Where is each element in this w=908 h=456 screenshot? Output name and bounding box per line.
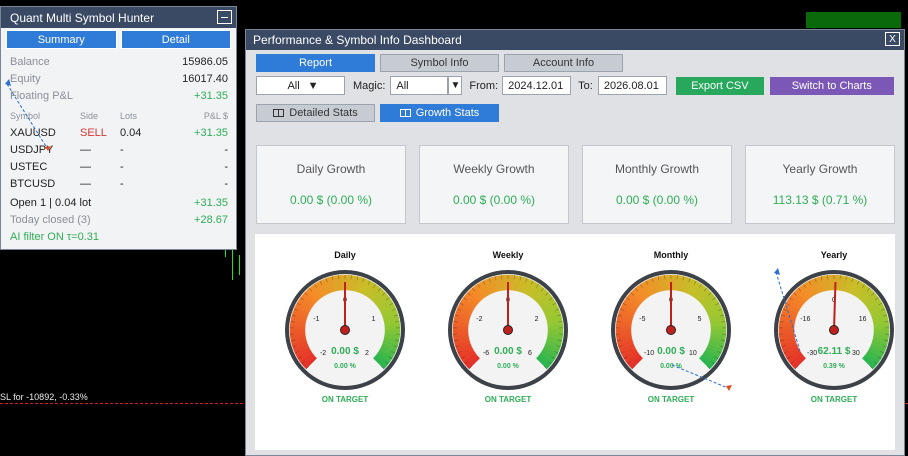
close-icon[interactable]: X (885, 32, 900, 46)
card-value: 0.00 $ (0.00 %) (615, 193, 699, 207)
tab-detailed-stats[interactable]: Detailed Stats (256, 104, 375, 122)
switch-to-charts-button[interactable]: Switch to Charts (769, 76, 894, 95)
export-csv-button[interactable]: Export CSV (675, 76, 764, 95)
gauge-hub (666, 325, 676, 335)
daily-gauge: Daily-2-10120.00 $0.00 %ON TARGET (265, 234, 425, 417)
gauge-tick-label: -2 (476, 316, 482, 323)
gauge-svg: Weekly-6-20260.00 $0.00 %ON TARGET (448, 250, 568, 404)
to-label: To: (578, 79, 593, 92)
gauge-tick-label: -10 (644, 350, 654, 357)
gauge-title: Yearly (821, 250, 848, 260)
gauge-tick-label: 5 (698, 316, 702, 323)
gauge-svg: Daily-2-10120.00 $0.00 %ON TARGET (285, 250, 405, 404)
gauge-title: Weekly (493, 250, 524, 260)
tab-detailed-stats-label: Detailed Stats (289, 107, 358, 119)
weekly-growth-card: Weekly Growth 0.00 $ (0.00 %) (419, 145, 569, 224)
gauge-tick-label: 6 (528, 350, 532, 357)
entry-arrow-icon (5, 79, 11, 86)
gauge-value: 0.00 $ (331, 346, 359, 357)
magic-label: Magic: (353, 79, 386, 92)
tab-account-info[interactable]: Account Info (504, 54, 623, 72)
gauges-panel: Daily -2 -10 1 2 0.00 $ 0.00 % ON TARGET Weekly… (255, 234, 895, 450)
yearly-gauge: Yearly-30-160163062.11 $0.39 %ON TARGET (754, 234, 908, 417)
gauge-hub (503, 325, 513, 335)
magic-dropdown-icon[interactable]: ▼ (448, 76, 463, 95)
from-label: From: (469, 79, 499, 92)
weekly-gauge: Weekly-6-20260.00 $0.00 %ON TARGET (428, 234, 588, 417)
to-date-input[interactable]: 2026.08.01 (597, 76, 667, 95)
symbol-filter-select[interactable]: All ▼ (256, 76, 345, 95)
tab-report[interactable]: Report (256, 54, 375, 72)
gauge-title: Monthly (654, 250, 689, 260)
gauge-tick-label: -30 (807, 350, 817, 357)
from-date-value: 2024.12.01 (508, 79, 564, 92)
card-value: 0.00 $ (0.00 %) (289, 193, 373, 207)
dashboard-title-bar: Performance & Symbol Info Dashboard X (246, 30, 904, 50)
gauge-hub (340, 325, 350, 335)
gauge-tick-label: 1 (372, 316, 376, 323)
tab-symbol-info[interactable]: Symbol Info (380, 54, 499, 72)
magic-select[interactable]: All (390, 76, 449, 95)
card-title: Weekly Growth (453, 162, 535, 176)
gauge-tick-label: 2 (365, 350, 369, 357)
dashboard-title: Performance & Symbol Info Dashboard (253, 33, 462, 47)
gauge-title: Daily (334, 250, 356, 260)
monthly-gauge: Monthly-10-505100.00 $0.00 %ON TARGET (591, 234, 751, 417)
from-date-input[interactable]: 2024.12.01 (502, 76, 572, 95)
gauge-tick-label: -1 (313, 316, 319, 323)
gauge-percent: 0.00 % (660, 363, 683, 370)
gauge-tick-label: 30 (852, 350, 860, 357)
monthly-growth-card: Monthly Growth 0.00 $ (0.00 %) (582, 145, 732, 224)
tab-growth-stats[interactable]: Growth Stats (380, 104, 499, 122)
filter-bar: All ▼ Magic: All ▼ From: 2024.12.01 To: … (256, 76, 894, 95)
magic-value: All (396, 79, 409, 92)
gauge-tick-label: -5 (639, 316, 645, 323)
card-title: Monthly Growth (614, 162, 700, 176)
gauge-tick-label: 16 (859, 316, 867, 323)
symbol-filter-value: All (287, 79, 300, 92)
card-title: Daily Growth (296, 162, 366, 176)
gauge-status: ON TARGET (485, 395, 532, 404)
stats-subtabs: Detailed Stats Growth Stats (256, 104, 499, 122)
exit-arrow-icon (45, 146, 51, 151)
performance-dashboard: Performance & Symbol Info Dashboard X Re… (245, 29, 905, 456)
book-icon (273, 109, 285, 117)
gauge-percent: 0.00 % (497, 363, 520, 370)
to-date-value: 2026.08.01 (603, 79, 659, 92)
gauge-tick-label: -6 (483, 350, 489, 357)
dashboard-tabs: Report Symbol Info Account Info (256, 54, 623, 72)
gauge-status: ON TARGET (811, 395, 858, 404)
gauge-tick-label: -16 (800, 316, 810, 323)
card-value: 113.13 $ (0.71 %) (772, 193, 868, 207)
gauge-tick-label: 10 (689, 350, 697, 357)
gauge-value: 62.11 $ (818, 346, 851, 357)
trade-link-line (6, 83, 48, 149)
gauge-svg: Monthly-10-505100.00 $0.00 %ON TARGET (611, 250, 731, 404)
gauge-percent: 0.39 % (823, 363, 846, 370)
book-icon (399, 109, 411, 117)
gauge-tick-label: -2 (320, 350, 326, 357)
yearly-growth-card: Yearly Growth 113.13 $ (0.71 %) (745, 145, 895, 224)
gauge-hub (829, 325, 839, 335)
tab-growth-stats-label: Growth Stats (415, 107, 480, 119)
gauge-svg: Yearly-30-160163062.11 $0.39 %ON TARGET (774, 250, 894, 404)
gauge-status: ON TARGET (648, 395, 695, 404)
daily-growth-card: Daily Growth 0.00 $ (0.00 %) (256, 145, 406, 224)
gauge-percent: 0.00 % (334, 363, 357, 370)
gauge-status: ON TARGET (322, 395, 369, 404)
gauge-value: 0.00 $ (657, 346, 685, 357)
gauge-value: 0.00 $ (494, 346, 522, 357)
card-title: Yearly Growth (782, 162, 858, 176)
growth-cards: Daily Growth 0.00 $ (0.00 %) Weekly Grow… (256, 145, 895, 224)
dropdown-arrow-icon: ▼ (307, 79, 319, 92)
card-value: 0.00 $ (0.00 %) (452, 193, 536, 207)
gauge-tick-label: 2 (535, 316, 539, 323)
